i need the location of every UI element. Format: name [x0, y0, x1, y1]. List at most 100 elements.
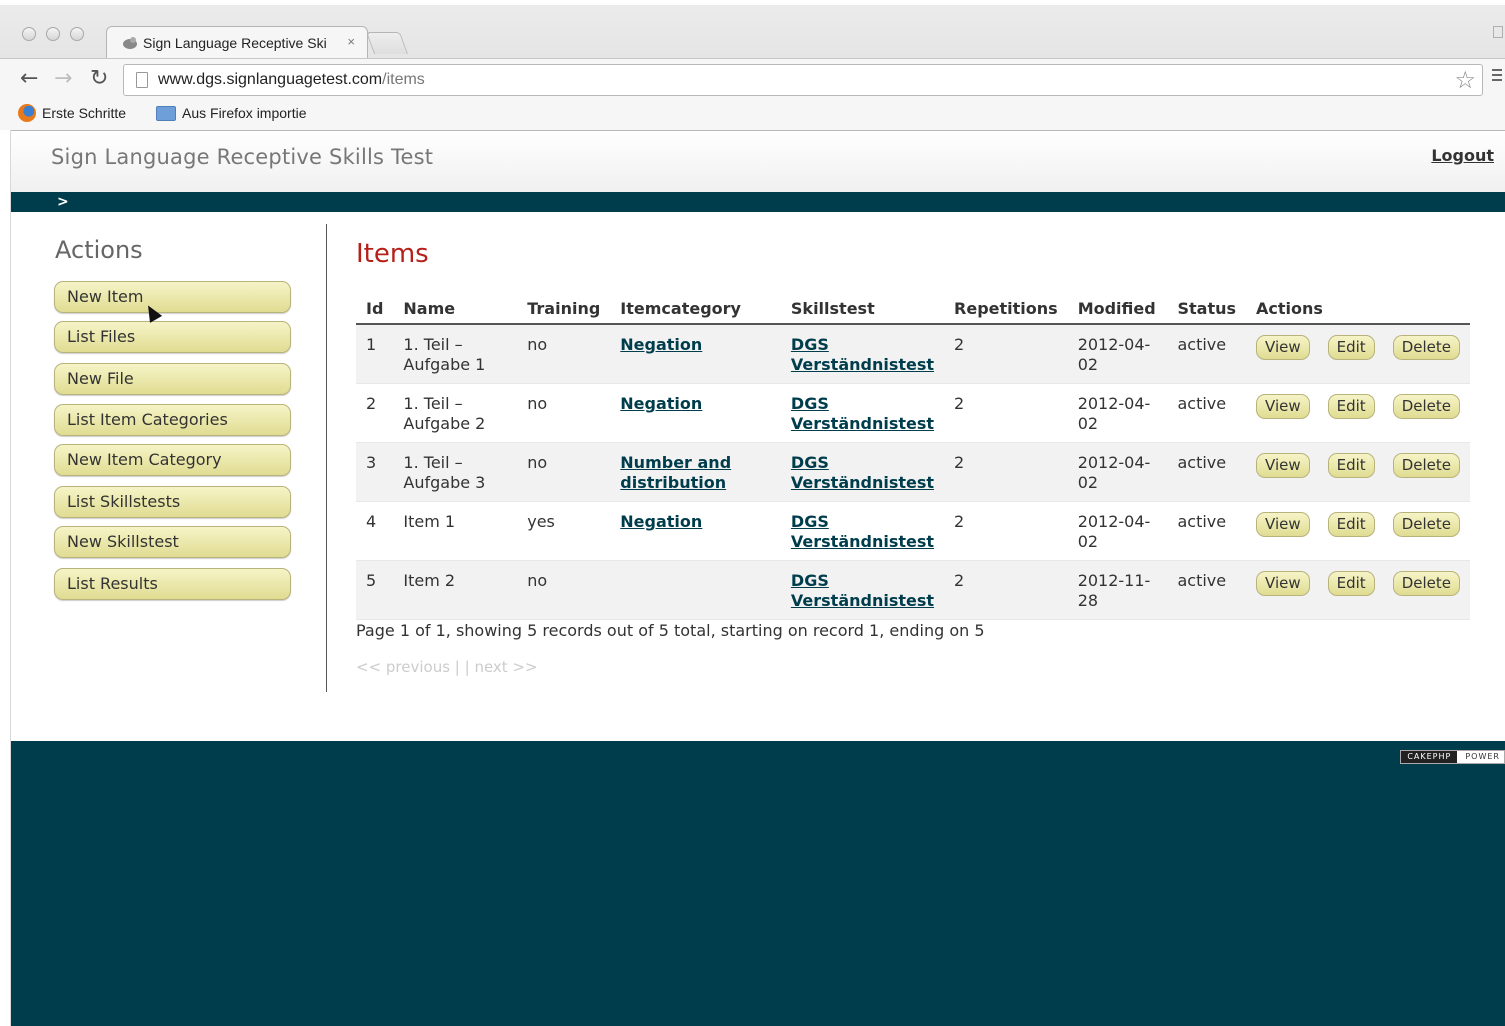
items-table: Id Name Training Itemcategory Skillstest… [356, 294, 1470, 620]
back-arrow-icon[interactable]: ← [20, 67, 38, 91]
menu-icon[interactable] [1492, 69, 1502, 83]
cell-status: active [1167, 383, 1247, 443]
view-button[interactable]: View [1256, 394, 1310, 419]
skillstest-link[interactable]: DGS Verständnistest [791, 571, 934, 610]
edit-button[interactable]: Edit [1327, 571, 1375, 596]
browser-tab[interactable]: Sign Language Receptive Ski × [106, 26, 368, 58]
site-header: Sign Language Receptive Skills Test Logo… [11, 131, 1505, 192]
zoom-window-icon[interactable] [70, 27, 84, 41]
cell-repetitions: 2 [944, 501, 1068, 561]
skillstest-link[interactable]: DGS Verständnistest [791, 512, 934, 551]
cakephp-power-badge[interactable]: CAKEPHP POWER [1400, 750, 1505, 764]
cell-itemcategory: Negation [610, 501, 781, 561]
actions-sidebar: Actions New Item List Files New File Lis… [11, 224, 327, 692]
cell-itemcategory: Negation [610, 383, 781, 443]
cell-repetitions: 2 [944, 442, 1068, 502]
skillstest-link[interactable]: DGS Verständnistest [791, 453, 934, 492]
fullscreen-icon[interactable] [1493, 26, 1503, 38]
sidebar-heading: Actions [55, 236, 143, 264]
address-bar[interactable]: www.dgs.signlanguagetest.com/items ☆ [123, 64, 1483, 96]
bookmark-star-icon[interactable]: ☆ [1454, 67, 1476, 93]
cell-id: 2 [356, 383, 394, 443]
list-item-categories-button[interactable]: List Item Categories [54, 404, 291, 436]
edit-button[interactable]: Edit [1327, 453, 1375, 478]
column-header[interactable]: Itemcategory [610, 294, 781, 325]
delete-button[interactable]: Delete [1392, 571, 1460, 596]
edit-button[interactable]: Edit [1327, 512, 1375, 537]
forward-arrow-icon[interactable]: → [54, 67, 72, 91]
cell-status: active [1167, 442, 1247, 502]
cell-id: 3 [356, 442, 394, 502]
column-header[interactable]: Id [356, 294, 394, 325]
column-header[interactable]: Skillstest [780, 294, 945, 325]
close-window-icon[interactable] [22, 27, 36, 41]
itemcategory-link[interactable]: Negation [620, 512, 702, 531]
table-row: 1 1. Teil – Aufgabe 1 no Negation DGS Ve… [356, 324, 1470, 384]
paging-links: << previous | | next >> [356, 658, 538, 676]
edit-button[interactable]: Edit [1327, 335, 1375, 360]
bookmark-aus-firefox[interactable]: Aus Firefox importie [182, 105, 306, 121]
new-item-category-button[interactable]: New Item Category [54, 444, 291, 476]
breadcrumb-arrow[interactable]: > [57, 192, 69, 212]
column-header[interactable]: Name [393, 294, 518, 325]
cell-training: no [517, 560, 611, 620]
browser-window: Sign Language Receptive Ski × ← → ↻ www.… [0, 0, 1505, 1026]
cell-modified: 2012-04-02 [1067, 501, 1168, 561]
itemcategory-link[interactable]: Number and distribution [620, 453, 731, 492]
table-header-row: Id Name Training Itemcategory Skillstest… [356, 294, 1470, 325]
logout-link[interactable]: Logout [1431, 146, 1494, 165]
cell-name: Item 2 [393, 560, 518, 620]
column-header[interactable]: Repetitions [944, 294, 1068, 325]
delete-button[interactable]: Delete [1392, 394, 1460, 419]
itemcategory-link[interactable]: Negation [620, 394, 702, 413]
folder-icon [156, 106, 176, 121]
skillstest-link[interactable]: DGS Verständnistest [791, 335, 934, 374]
column-header[interactable]: Modified [1067, 294, 1168, 325]
cell-id: 1 [356, 324, 394, 384]
page-favicon-icon [123, 37, 137, 49]
delete-button[interactable]: Delete [1392, 335, 1460, 360]
column-header: Actions [1246, 294, 1470, 325]
edit-button[interactable]: Edit [1327, 394, 1375, 419]
browser-toolbar: ← → ↻ www.dgs.signlanguagetest.com/items… [0, 58, 1505, 100]
view-button[interactable]: View [1256, 453, 1310, 478]
cell-name: 1. Teil – Aufgabe 1 [393, 324, 518, 384]
paging-summary: Page 1 of 1, showing 5 records out of 5 … [356, 621, 985, 640]
table-row: 4 Item 1 yes Negation DGS Verständnistes… [356, 501, 1470, 561]
minimize-window-icon[interactable] [46, 27, 60, 41]
view-button[interactable]: View [1256, 335, 1310, 360]
cell-itemcategory [610, 560, 781, 620]
cell-skillstest: DGS Verständnistest [780, 442, 945, 502]
cell-training: no [517, 324, 611, 384]
cell-modified: 2012-04-02 [1067, 324, 1168, 384]
bookmarks-bar: Erste Schritte Aus Firefox importie [0, 100, 1505, 130]
new-skillstest-button[interactable]: New Skillstest [54, 526, 291, 558]
list-skillstests-button[interactable]: List Skillstests [54, 486, 291, 518]
list-files-button[interactable]: List Files [54, 321, 291, 353]
view-button[interactable]: View [1256, 512, 1310, 537]
new-file-button[interactable]: New File [54, 363, 291, 395]
cell-itemcategory: Negation [610, 324, 781, 384]
bookmark-erste-schritte[interactable]: Erste Schritte [42, 105, 126, 121]
tab-close-icon[interactable]: × [347, 34, 355, 49]
delete-button[interactable]: Delete [1392, 512, 1460, 537]
cell-skillstest: DGS Verständnistest [780, 383, 945, 443]
skillstest-link[interactable]: DGS Verständnistest [791, 394, 934, 433]
column-header[interactable]: Training [517, 294, 611, 325]
new-item-button[interactable]: New Item [54, 281, 291, 313]
firefox-icon [18, 104, 36, 122]
itemcategory-link[interactable]: Negation [620, 335, 702, 354]
column-header[interactable]: Status [1167, 294, 1247, 325]
cell-actions: View Edit Delete [1246, 324, 1470, 384]
reload-icon[interactable]: ↻ [90, 67, 108, 91]
new-tab-button[interactable] [365, 32, 409, 54]
cell-status: active [1167, 560, 1247, 620]
list-results-button[interactable]: List Results [54, 568, 291, 600]
view-button[interactable]: View [1256, 571, 1310, 596]
site-title: Sign Language Receptive Skills Test [51, 145, 434, 169]
cell-actions: View Edit Delete [1246, 560, 1470, 620]
delete-button[interactable]: Delete [1392, 453, 1460, 478]
cell-itemcategory: Number and distribution [610, 442, 781, 502]
cell-id: 4 [356, 501, 394, 561]
cell-actions: View Edit Delete [1246, 501, 1470, 561]
